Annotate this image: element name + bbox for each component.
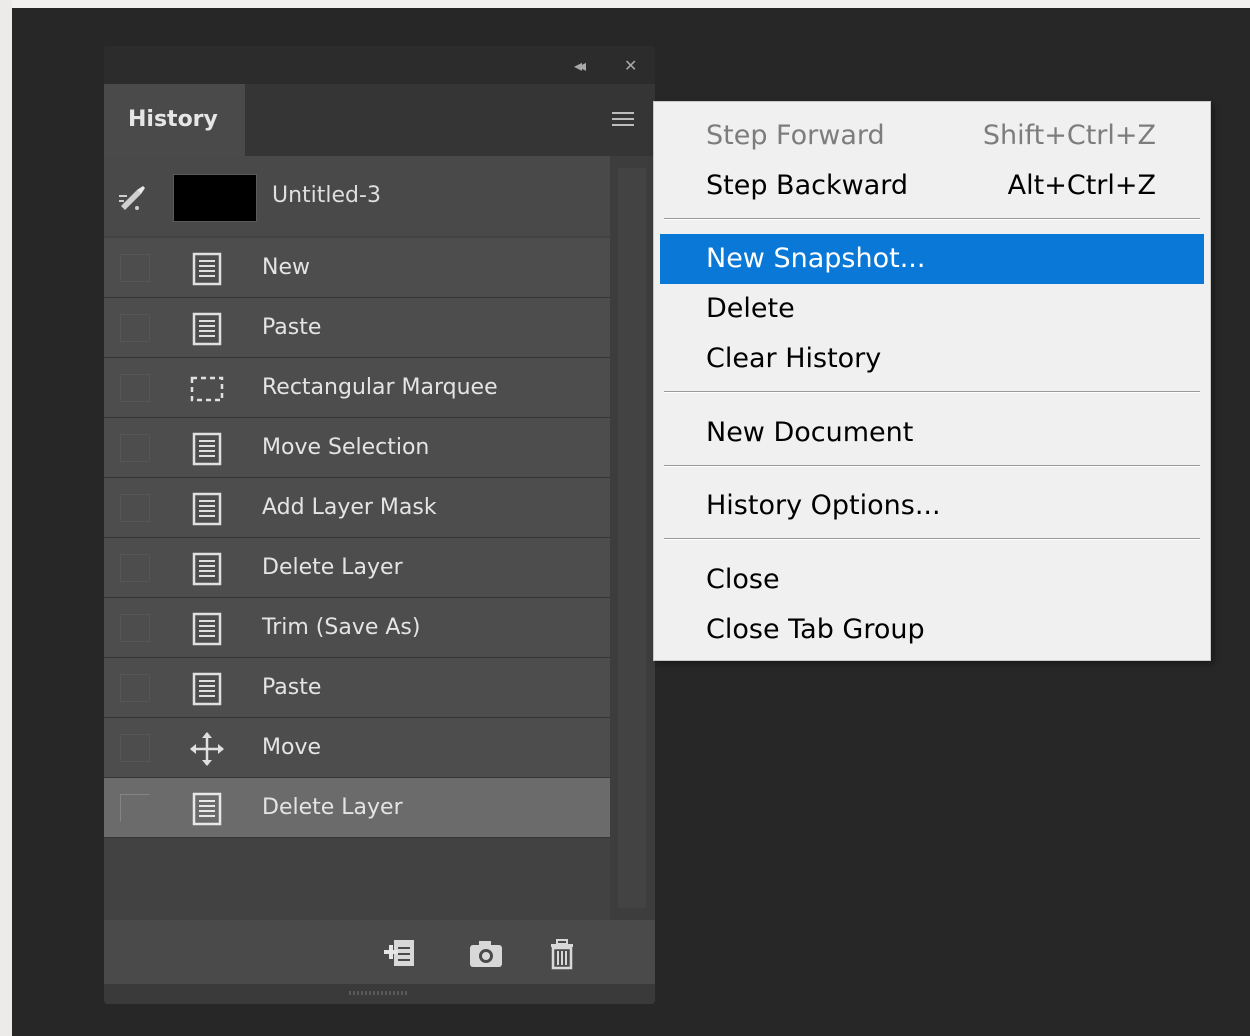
history-source-checkbox[interactable] xyxy=(120,254,150,282)
history-panel: ◂◂ ✕ History Untitled-3 New Paste Rectan… xyxy=(104,46,655,1004)
history-source-checkbox[interactable] xyxy=(120,734,150,762)
menu-item-delete[interactable]: Delete xyxy=(660,284,1204,334)
hamburger-icon[interactable] xyxy=(609,109,637,129)
history-state-list: New Paste Rectangular Marquee Move Selec… xyxy=(104,238,610,838)
document-icon xyxy=(192,552,222,586)
move-icon xyxy=(190,732,224,766)
window-top-edge xyxy=(0,0,1250,8)
history-state-label: Move Selection xyxy=(262,435,430,460)
menu-item-label: Step Backward xyxy=(706,170,908,201)
snapshot-row[interactable]: Untitled-3 xyxy=(104,156,610,236)
history-state-label: Paste xyxy=(262,315,322,340)
history-source-checkbox[interactable] xyxy=(120,614,150,642)
history-state-row[interactable]: Rectangular Marquee xyxy=(104,358,610,418)
history-source-checkbox[interactable] xyxy=(120,494,150,522)
trash-icon[interactable] xyxy=(542,934,582,974)
new-document-from-state-icon[interactable] xyxy=(380,934,420,974)
menu-item-label: Close Tab Group xyxy=(706,614,925,645)
scrollbar-thumb[interactable] xyxy=(618,168,646,908)
document-icon xyxy=(192,252,222,286)
menu-item-new-document[interactable]: New Document xyxy=(660,408,1204,458)
history-source-checkbox[interactable] xyxy=(120,374,150,402)
menu-item-shortcut: Shift+Ctrl+Z xyxy=(982,120,1156,151)
history-state-label: Trim (Save As) xyxy=(262,615,421,640)
menu-item-label: Delete xyxy=(706,293,795,324)
menu-item-new-snapshot[interactable]: New Snapshot... xyxy=(660,234,1204,284)
scrollbar[interactable] xyxy=(610,156,655,920)
menu-item-clear-history[interactable]: Clear History xyxy=(660,334,1204,384)
history-state-row[interactable]: New xyxy=(104,238,610,298)
history-state-label: Delete Layer xyxy=(262,795,403,820)
history-state-row[interactable]: Move Selection xyxy=(104,418,610,478)
grip-dots xyxy=(349,991,409,995)
history-source-checkbox[interactable] xyxy=(120,794,150,822)
history-state-label: New xyxy=(262,255,310,280)
panel-title-strip: ◂◂ ✕ xyxy=(104,46,655,84)
marquee-icon xyxy=(190,376,224,402)
document-icon xyxy=(192,792,222,826)
history-panel-flyout-menu: Step Forward Shift+Ctrl+Z Step Backward … xyxy=(653,101,1211,661)
menu-item-close[interactable]: Close xyxy=(660,555,1204,605)
history-state-label: Delete Layer xyxy=(262,555,403,580)
history-state-label: Add Layer Mask xyxy=(262,495,437,520)
menu-item-label: Step Forward xyxy=(706,120,885,151)
menu-item-close-tab-group[interactable]: Close Tab Group xyxy=(660,605,1204,655)
menu-separator xyxy=(664,465,1200,467)
menu-item-step-forward[interactable]: Step Forward Shift+Ctrl+Z xyxy=(660,111,1204,161)
menu-item-label: New Document xyxy=(706,417,914,448)
close-panel-icon[interactable]: ✕ xyxy=(624,56,637,76)
window-left-edge xyxy=(0,0,12,1036)
tab-history[interactable]: History xyxy=(104,84,245,156)
camera-icon[interactable] xyxy=(466,934,506,974)
history-state-label: Move xyxy=(262,735,321,760)
menu-item-step-backward[interactable]: Step Backward Alt+Ctrl+Z xyxy=(660,161,1204,211)
history-state-row[interactable]: Delete Layer xyxy=(104,538,610,598)
document-icon xyxy=(192,672,222,706)
menu-item-shortcut: Alt+Ctrl+Z xyxy=(1007,170,1156,201)
history-brush-icon[interactable] xyxy=(117,184,147,214)
history-source-checkbox[interactable] xyxy=(120,434,150,462)
document-icon xyxy=(192,432,222,466)
menu-item-label: Clear History xyxy=(706,343,882,374)
history-source-checkbox[interactable] xyxy=(120,314,150,342)
menu-separator xyxy=(664,391,1200,393)
panel-footer xyxy=(104,920,655,984)
document-icon xyxy=(192,492,222,526)
history-state-row-active[interactable]: Delete Layer xyxy=(104,778,610,838)
history-state-row[interactable]: Trim (Save As) xyxy=(104,598,610,658)
history-state-row[interactable]: Paste xyxy=(104,658,610,718)
menu-item-history-options[interactable]: History Options... xyxy=(660,481,1204,531)
history-state-label: Rectangular Marquee xyxy=(262,375,498,400)
history-source-checkbox[interactable] xyxy=(120,674,150,702)
history-source-checkbox[interactable] xyxy=(120,554,150,582)
document-icon xyxy=(192,312,222,346)
document-icon xyxy=(192,612,222,646)
history-state-row[interactable]: Paste xyxy=(104,298,610,358)
menu-separator xyxy=(664,218,1200,220)
snapshot-label: Untitled-3 xyxy=(272,183,381,208)
menu-item-label: Close xyxy=(706,564,780,595)
snapshot-thumbnail xyxy=(173,174,257,222)
collapse-panel-icon[interactable]: ◂◂ xyxy=(574,56,586,76)
history-state-row[interactable]: Move xyxy=(104,718,610,778)
menu-separator xyxy=(664,538,1200,540)
history-state-label: Paste xyxy=(262,675,322,700)
panel-tab-bar: History xyxy=(104,84,655,156)
menu-item-label: History Options... xyxy=(706,490,941,521)
history-state-row[interactable]: Add Layer Mask xyxy=(104,478,610,538)
panel-resize-grip[interactable] xyxy=(104,984,655,1004)
menu-item-label: New Snapshot... xyxy=(706,243,926,274)
